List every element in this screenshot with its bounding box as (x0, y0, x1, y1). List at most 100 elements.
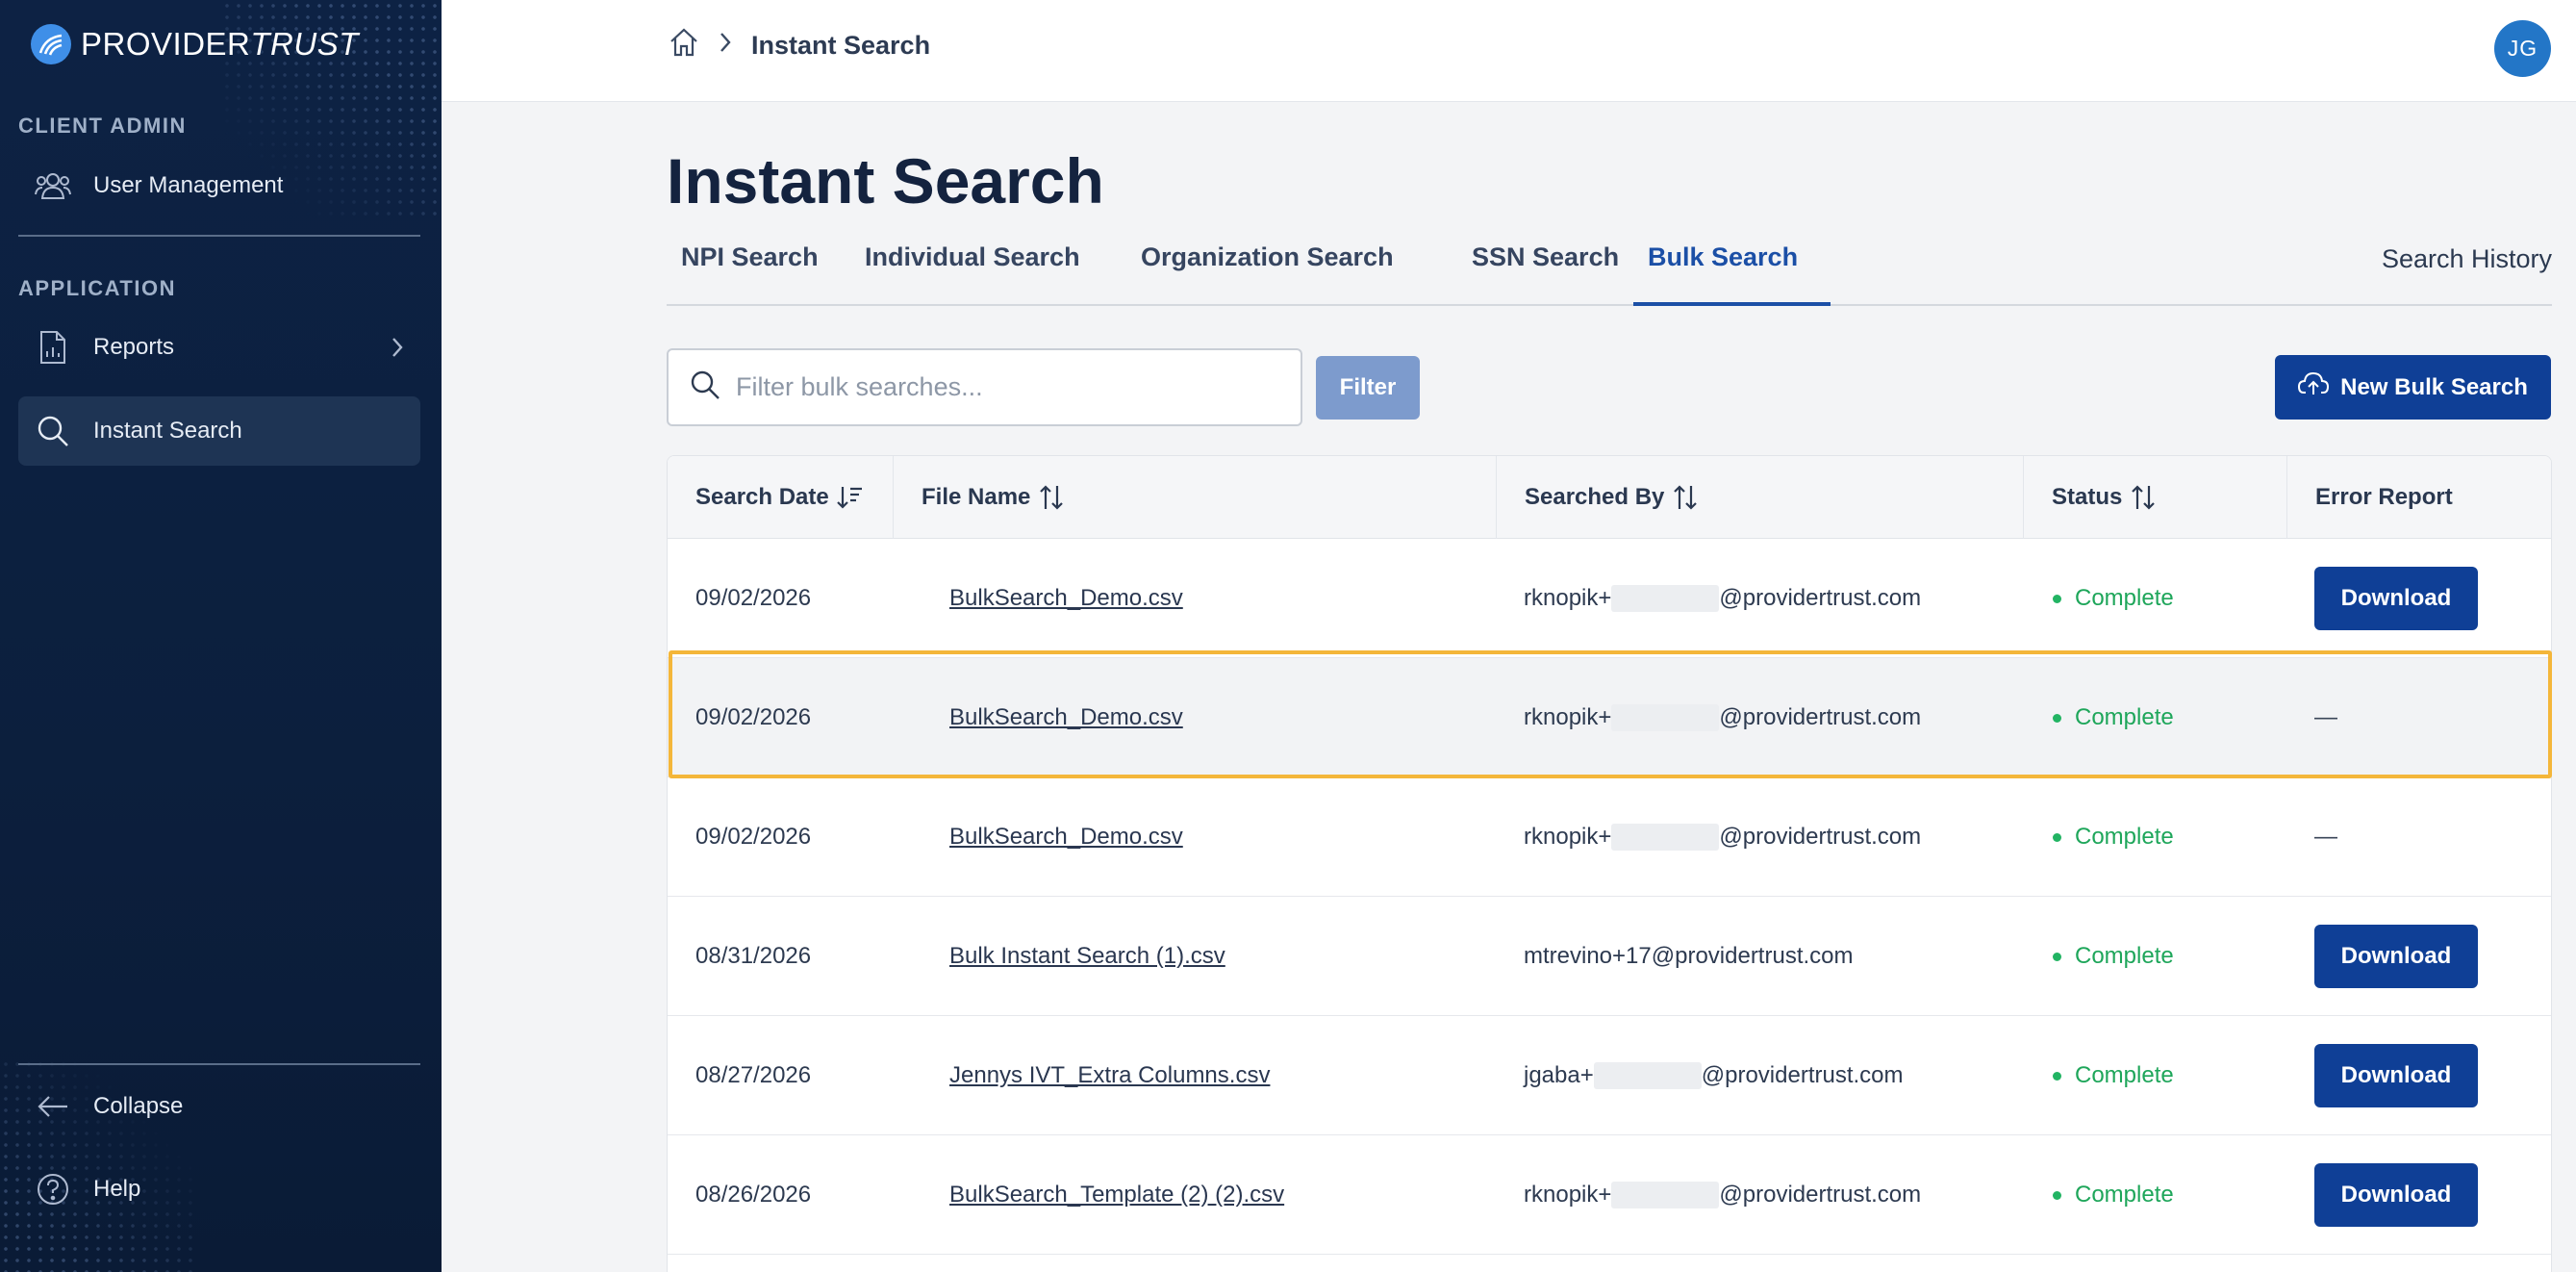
redacted-text (1611, 1182, 1720, 1208)
file-name-link[interactable]: BulkSearch_Demo.csv (949, 777, 1183, 897)
searched-by-cell: rknopik+ @providertrust.com (1524, 658, 1921, 777)
no-error-report: — (2314, 824, 2337, 850)
sidebar-item-instant-search[interactable]: Instant Search (18, 396, 420, 466)
search-history-link[interactable]: Search History (2382, 244, 2552, 274)
new-bulk-search-button[interactable]: New Bulk Search (2275, 355, 2551, 420)
status-badge: Complete (2053, 1016, 2174, 1135)
searched-by-cell: rknopik+ @providertrust.com (1524, 539, 1921, 658)
searched-by-prefix: mtrevino+17@providertrust.com (1524, 943, 1854, 969)
status-label: Complete (2075, 824, 2174, 850)
status-dot-icon (2053, 1190, 2061, 1200)
avatar[interactable]: JG (2494, 20, 2551, 77)
tab-bulk-search[interactable]: Bulk Search (1633, 242, 1831, 306)
download-button[interactable]: Download (2314, 567, 2478, 630)
filter-button[interactable]: Filter (1316, 356, 1420, 420)
searched-by-cell: rknopik+ @providertrust.com (1524, 777, 1921, 897)
bulk-search-table: Search Date File Name Searched By Status… (667, 455, 2552, 1272)
table-row[interactable]: 09/02/2026 BulkSearch_Demo.csv rknopik+ @pr… (668, 658, 2551, 777)
sidebar-item-label: User Management (93, 172, 284, 198)
table-row[interactable]: 08/27/2026 Jennys IVT_Extra Columns.csv jg… (668, 1016, 2551, 1135)
download-button[interactable]: Download (2314, 925, 2478, 988)
search-date-cell: 09/02/2026 (695, 824, 812, 850)
column-header-label: Status (2052, 484, 2123, 510)
search-date-cell: 08/27/2026 (695, 1062, 812, 1088)
brand-logo[interactable]: PROVIDERTRUST (31, 24, 359, 64)
file-name-link[interactable]: BulkSearch_Demo.csv (949, 539, 1183, 658)
table-row[interactable]: 08/31/2026 Bulk Instant Search (1).csv mtr… (668, 897, 2551, 1016)
table-row[interactable]: 09/02/2026 BulkSearch_Demo.csv rknopik+ @pr… (668, 539, 2551, 658)
column-header-file-name[interactable]: File Name (894, 456, 1497, 539)
sidebar-collapse-button[interactable]: Collapse (18, 1072, 420, 1141)
breadcrumb: Instant Search (669, 27, 930, 64)
column-header-search-date[interactable]: Search Date (668, 456, 894, 539)
cloud-upload-icon (2298, 371, 2330, 403)
searched-by-prefix: jgaba+ (1524, 1062, 1594, 1088)
tab-individual-search[interactable]: Individual Search (850, 242, 1095, 306)
chevron-right-icon (717, 30, 734, 62)
file-name-link[interactable]: Jennys IVT_Extra Columns.csv (949, 1016, 1270, 1135)
status-dot-icon (2053, 1071, 2061, 1081)
sidebar-item-label: Collapse (93, 1093, 184, 1119)
table-row[interactable]: 09/02/2026 BulkSearch_Demo.csv rknopik+ @pr… (668, 777, 2551, 897)
sort-icon (2132, 485, 2156, 510)
download-button[interactable]: Download (2314, 1163, 2478, 1227)
error-report-cell: Download (2314, 539, 2478, 658)
tab-bar: NPI Search Individual Search Organizatio… (667, 231, 2552, 306)
searched-by-suffix: @providertrust.com (1719, 704, 1922, 730)
users-icon (34, 166, 72, 205)
home-icon[interactable] (669, 27, 699, 64)
searched-by-suffix: @providertrust.com (1719, 585, 1922, 611)
sort-icon (1040, 485, 1064, 510)
file-name-link[interactable]: BulkSearch_Demo.csv (949, 658, 1183, 777)
column-header-status[interactable]: Status (2024, 456, 2287, 539)
sidebar-item-label: Help (93, 1176, 141, 1202)
column-header-error-report: Error Report (2287, 456, 2551, 539)
search-icon (690, 369, 720, 405)
status-badge: Complete (2053, 897, 2174, 1016)
status-badge: Complete (2053, 539, 2174, 658)
sidebar-item-user-management[interactable]: User Management (18, 151, 420, 220)
redacted-text (1611, 704, 1720, 731)
file-name-link[interactable]: BulkSearch_Template (2) (2).csv (949, 1135, 1284, 1255)
sidebar-help-link[interactable]: Help (18, 1155, 420, 1224)
searched-by-suffix: @providertrust.com (1719, 1182, 1922, 1208)
page-title: Instant Search (667, 145, 1104, 216)
sidebar-item-reports[interactable]: Reports (18, 313, 420, 382)
table-row[interactable]: 08/26/2026 BulkSearch_Template (2) (2).cs… (668, 1135, 2551, 1255)
status-badge: Complete (2053, 1135, 2174, 1255)
column-header-label: Search Date (695, 484, 829, 510)
searched-by-prefix: rknopik+ (1524, 585, 1612, 611)
column-header-label: File Name (922, 484, 1031, 510)
status-badge: Complete (2053, 658, 2174, 777)
tab-npi-search[interactable]: NPI Search (667, 242, 833, 306)
error-report-cell: — (2314, 777, 2337, 897)
sidebar: PROVIDERTRUST CLIENT ADMIN User Manageme… (0, 0, 442, 1272)
searched-by-cell: jgaba+ @providertrust.com (1524, 1016, 1904, 1135)
searched-by-prefix: rknopik+ (1524, 704, 1612, 730)
file-name-link[interactable]: Bulk Instant Search (1).csv (949, 897, 1225, 1016)
brand-name: PROVIDERTRUST (81, 26, 359, 62)
searched-by-prefix: rknopik+ (1524, 824, 1612, 850)
tab-organization-search[interactable]: Organization Search (1126, 242, 1408, 306)
column-header-searched-by[interactable]: Searched By (1497, 456, 2024, 539)
section-heading-client-admin: CLIENT ADMIN (18, 114, 187, 138)
download-button[interactable]: Download (2314, 1044, 2478, 1107)
no-error-report: — (2314, 704, 2337, 730)
filter-input[interactable] (736, 372, 1275, 402)
status-label: Complete (2075, 1182, 2174, 1208)
status-label: Complete (2075, 1062, 2174, 1088)
chevron-right-icon (388, 334, 407, 368)
sidebar-divider (18, 235, 420, 237)
error-report-cell: — (2314, 658, 2337, 777)
search-date-cell: 08/31/2026 (695, 943, 812, 969)
tab-ssn-search[interactable]: SSN Search (1457, 242, 1633, 306)
sidebar-item-label: Instant Search (93, 418, 242, 444)
searched-by-suffix: @providertrust.com (1719, 824, 1922, 850)
status-dot-icon (2053, 952, 2061, 961)
column-header-label: Error Report (2315, 484, 2453, 510)
sort-icon (836, 487, 862, 509)
arrow-left-icon (34, 1087, 72, 1126)
table-header: Search Date File Name Searched By Status… (668, 456, 2551, 539)
sidebar-item-label: Reports (93, 334, 175, 360)
status-label: Complete (2075, 704, 2174, 730)
